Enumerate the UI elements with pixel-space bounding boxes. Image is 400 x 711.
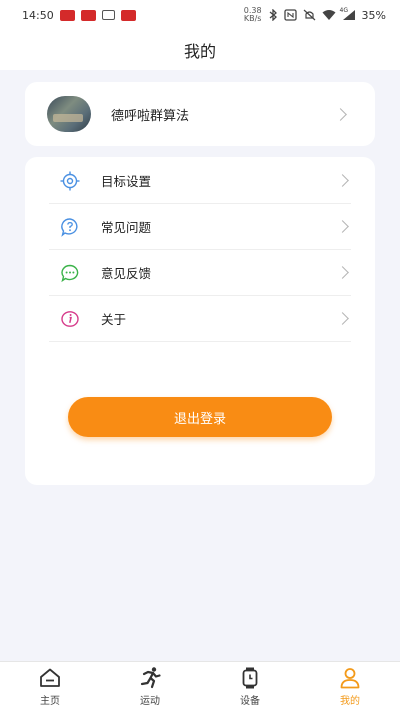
app-notification-icon [59,9,75,21]
menu-card: 目标设置 常见问题 意见反馈 关于 退出登录 [25,157,375,485]
profile-name: 德呼啦群算法 [111,108,190,124]
image-notification-icon [101,10,115,20]
menu-item-goal-settings[interactable]: 目标设置 [49,158,351,204]
chevron-right-icon [334,107,347,121]
question-icon [59,216,81,238]
tab-device[interactable]: 设备 [200,662,300,711]
tab-label: 运动 [140,696,160,707]
battery-level: 35% [361,8,386,22]
tab-exercise[interactable]: 运动 [100,662,200,711]
app-notification-icon [120,9,136,21]
tab-mine[interactable]: 我的 [300,662,400,711]
page-title: 我的 [183,42,216,61]
profile-card[interactable]: 德呼啦群算法 [25,82,375,146]
chevron-right-icon [336,312,349,325]
bluetooth-icon [269,9,277,21]
menu-item-feedback[interactable]: 意见反馈 [49,250,351,296]
avatar[interactable] [47,96,91,132]
tab-label: 主页 [40,696,60,707]
status-right: 0.38 KB/s 4G 35% [244,7,386,23]
chevron-right-icon [336,220,349,233]
bottom-tab-bar: 主页 运动 设备 我的 [0,661,400,711]
nfc-icon [283,9,297,21]
watch-icon [242,667,258,689]
home-icon [40,668,60,687]
chevron-right-icon [336,266,349,279]
page-header: 我的 [0,30,400,70]
tab-label: 我的 [340,696,360,707]
app-notification-icon [80,9,96,21]
menu-item-label: 目标设置 [101,174,152,189]
menu-item-label: 常见问题 [101,220,152,235]
tab-label: 设备 [240,696,260,707]
status-time: 14:50 [22,8,54,22]
tab-home[interactable]: 主页 [0,662,100,711]
logout-label: 退出登录 [173,411,226,427]
status-bar: 14:50 0.38 KB/s 4G 35% [0,0,400,30]
signal-label: 4G [339,7,349,14]
menu-item-about[interactable]: 关于 [49,296,351,342]
chat-icon [59,262,81,284]
wifi-icon [322,10,336,20]
user-icon [340,668,360,689]
status-left: 14:50 [22,9,136,22]
chevron-right-icon [336,174,349,187]
target-icon [59,170,81,192]
menu-item-faq[interactable]: 常见问题 [49,204,351,250]
menu-item-label: 意见反馈 [101,266,152,281]
network-speed-unit: KB/s [243,14,262,23]
signal-strength-icon: 4G [339,7,356,21]
run-icon [140,667,161,689]
mute-icon [303,9,315,21]
info-icon [59,308,81,330]
network-speed: 0.38 KB/s [244,7,262,23]
menu-list: 目标设置 常见问题 意见反馈 关于 [49,158,351,342]
menu-item-label: 关于 [101,312,127,327]
logout-button[interactable]: 退出登录 [68,397,332,437]
